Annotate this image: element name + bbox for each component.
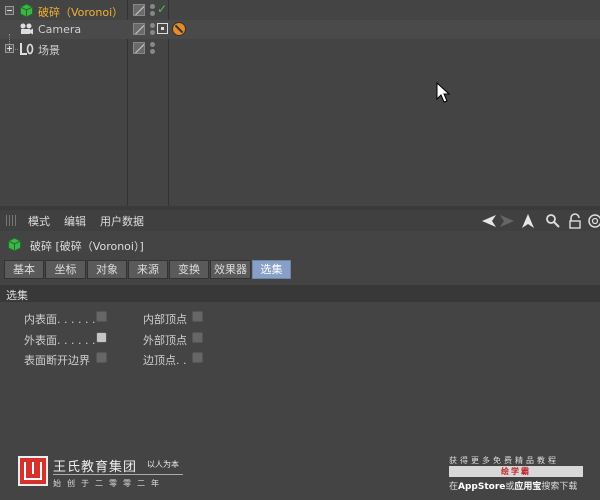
editor-visibility-toggle[interactable] bbox=[133, 4, 145, 16]
brand-name: 王氏教育集团 bbox=[53, 460, 138, 475]
tab-sources[interactable]: 来源 bbox=[128, 260, 168, 279]
attribute-object-header: 破碎 [破碎（Voronoi）] bbox=[0, 234, 600, 256]
promo-banner: 绘学霸 bbox=[449, 466, 583, 477]
tab-coordinates[interactable]: 坐标 bbox=[45, 260, 86, 279]
checkbox-edge-points[interactable] bbox=[192, 352, 203, 363]
option-edge-points: 边顶点. . bbox=[143, 351, 213, 367]
divider bbox=[53, 474, 183, 475]
checkbox-inside-points[interactable] bbox=[192, 311, 203, 322]
option-label: 边顶点. . bbox=[143, 354, 187, 367]
option-label: 表面断开边界 bbox=[24, 354, 90, 367]
protection-tag-icon[interactable] bbox=[172, 22, 186, 36]
promo-banner-text: 绘学霸 bbox=[501, 467, 531, 476]
option-label: 内表面. . . . . . bbox=[24, 313, 96, 326]
option-outside-points: 外部顶点 bbox=[143, 331, 213, 347]
camera-target-icon[interactable] bbox=[157, 23, 168, 34]
render-visibility-dots[interactable] bbox=[150, 23, 155, 36]
tab-transform[interactable]: 变换 bbox=[169, 260, 209, 279]
checkbox-surface-break-edges[interactable] bbox=[96, 352, 107, 363]
voronoi-fracture-icon bbox=[20, 3, 33, 18]
null-scene-icon bbox=[20, 43, 34, 55]
new-manager-icon[interactable] bbox=[587, 213, 600, 229]
menu-user-data[interactable]: 用户数据 bbox=[100, 213, 144, 229]
checkbox-inside-faces[interactable] bbox=[96, 311, 107, 322]
voronoi-fracture-icon bbox=[8, 237, 21, 252]
checkbox-outside-points[interactable] bbox=[192, 332, 203, 343]
panel-grip[interactable] bbox=[6, 215, 16, 226]
search-icon[interactable] bbox=[545, 213, 561, 229]
enabled-check-icon[interactable]: ✓ bbox=[157, 2, 167, 16]
option-inside-faces: 内表面. . . . . . bbox=[24, 310, 114, 326]
promo-text: 获得更多免费精品教程 bbox=[449, 456, 559, 465]
option-surface-break-edges: 表面断开边界 bbox=[24, 351, 114, 367]
render-visibility-dots[interactable] bbox=[150, 4, 155, 17]
object-label: Camera bbox=[38, 23, 82, 36]
option-outside-faces: 外表面. . . . . . bbox=[24, 331, 114, 347]
section-title: 选集 bbox=[6, 289, 28, 302]
object-row-scene[interactable]: 场景 bbox=[0, 39, 600, 58]
option-label: 外表面. . . . . . bbox=[24, 334, 96, 347]
checkbox-outside-faces[interactable] bbox=[96, 332, 107, 343]
render-visibility-dots[interactable] bbox=[150, 42, 155, 55]
promo-download-text: 在AppStore或应用宝搜索下载 bbox=[449, 482, 578, 492]
object-row-camera[interactable]: Camera bbox=[0, 20, 600, 50]
object-row-voronoi[interactable]: 破碎（Voronoi） ✓ bbox=[0, 1, 600, 20]
brand-slogan: 以人为本 bbox=[147, 460, 179, 469]
up-arrow-icon[interactable] bbox=[520, 213, 536, 229]
object-label: 破碎（Voronoi） bbox=[38, 6, 124, 19]
option-label: 外部顶点 bbox=[143, 334, 187, 347]
object-label: 场景 bbox=[38, 44, 60, 57]
camera-icon bbox=[20, 23, 33, 35]
section-header: 选集 bbox=[0, 285, 600, 302]
back-arrow-icon[interactable] bbox=[481, 213, 497, 229]
lock-icon[interactable] bbox=[567, 213, 583, 229]
tab-object[interactable]: 对象 bbox=[87, 260, 127, 279]
editor-visibility-toggle[interactable] bbox=[133, 23, 145, 35]
attribute-nav-toolbar bbox=[475, 211, 600, 231]
forward-arrow-icon[interactable] bbox=[499, 213, 515, 229]
brand-subtitle: 始创于二零零二年 bbox=[53, 479, 165, 488]
attribute-menubar: 模式 编辑 用户数据 bbox=[0, 210, 600, 231]
mouse-cursor-icon bbox=[436, 82, 451, 103]
tab-effectors[interactable]: 效果器 bbox=[210, 260, 251, 279]
collapse-toggle[interactable] bbox=[5, 6, 14, 15]
tab-basic[interactable]: 基本 bbox=[4, 260, 44, 279]
menu-mode[interactable]: 模式 bbox=[28, 213, 50, 229]
option-inside-points: 内部顶点 bbox=[143, 310, 213, 326]
editor-visibility-toggle[interactable] bbox=[133, 42, 145, 54]
object-manager: 破碎（Voronoi） ✓ Camera 场景 bbox=[0, 0, 600, 206]
menu-edit[interactable]: 编辑 bbox=[64, 213, 86, 229]
expand-toggle[interactable] bbox=[5, 44, 14, 53]
tab-selections[interactable]: 选集 bbox=[252, 260, 291, 279]
brand-logo bbox=[18, 456, 48, 486]
option-label: 内部顶点 bbox=[143, 313, 187, 326]
attribute-object-title: 破碎 [破碎（Voronoi）] bbox=[30, 240, 144, 253]
